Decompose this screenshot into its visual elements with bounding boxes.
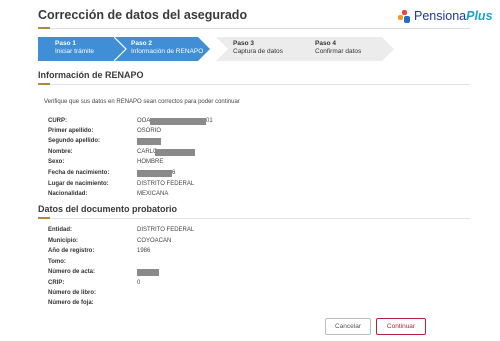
page-header: Corrección de datos del asegurado Pensio… <box>0 0 500 30</box>
field-crip: CRIP: 0 <box>48 279 428 288</box>
field-value: MEXICANA <box>137 191 169 197</box>
renapo-divider <box>38 84 470 85</box>
field-sexo: Sexo: HOMBRE <box>48 158 428 167</box>
field-value: 0 <box>137 280 141 286</box>
field-curp: CURP: OOA 01 <box>48 117 428 126</box>
field-value: 1986 <box>137 248 151 254</box>
redaction-bar <box>150 118 206 125</box>
field-value: COYOACAN <box>137 238 172 244</box>
field-primer-apellido: Primer apellido: OSORIO <box>48 127 428 136</box>
redaction-bar <box>155 149 195 156</box>
field-label: Tomo: <box>48 259 66 265</box>
field-lugar-nacimiento: Lugar de nacimiento: DISTRITO FEDERAL <box>48 180 428 189</box>
field-value-suffix: 01 <box>206 118 213 124</box>
step-4-number: Paso 4 <box>315 40 336 47</box>
field-label: Primer apellido: <box>48 128 94 134</box>
header-accent <box>38 27 50 29</box>
field-tomo: Tomo: <box>48 258 428 267</box>
step-3-number: Paso 3 <box>233 40 254 47</box>
field-value-suffix: 6 <box>172 170 176 176</box>
redaction-bar <box>137 138 161 145</box>
step-4-label: Confirmar datos <box>315 48 362 55</box>
field-value: OSORIO <box>137 128 162 134</box>
field-label: Año de registro: <box>48 248 95 254</box>
field-numero-foja: Número de foja: <box>48 299 428 308</box>
step-3-label: Captura de datos <box>233 48 283 55</box>
progress-stepper: Paso 1 Iniciar trámite Paso 2 Informació… <box>38 37 394 61</box>
logo-text: PensionaPlus <box>414 9 493 23</box>
continue-button[interactable]: Continuar <box>376 318 426 335</box>
field-value: OOA <box>137 118 151 124</box>
field-label: CURP: <box>48 118 67 124</box>
redaction-bar <box>137 170 172 177</box>
logo-mark-icon <box>398 9 411 23</box>
field-entidad: Entidad: DISTRITO FEDERAL <box>48 226 428 235</box>
field-numero-libro: Número de libro: <box>48 289 428 298</box>
step-1-number: Paso 1 <box>55 40 76 47</box>
field-value: DISTRITO FEDERAL <box>137 181 195 187</box>
field-fecha-nacimiento: Fecha de nacimiento: 6 <box>48 169 428 178</box>
header-divider <box>38 28 470 29</box>
field-value: DISTRITO FEDERAL <box>137 227 195 233</box>
step-2: Paso 2 Información de RENAPO <box>114 37 210 61</box>
field-label: Nombre: <box>48 149 73 155</box>
page-title: Corrección de datos del asegurado <box>38 8 248 22</box>
field-value: HOMBRE <box>137 159 164 165</box>
field-nacionalidad: Nacionalidad: MEXICANA <box>48 190 428 199</box>
field-label: CRIP: <box>48 280 65 286</box>
field-anio-registro: Año de registro: 1986 <box>48 247 428 256</box>
field-label: Sexo: <box>48 159 65 165</box>
renapo-section-title: Información de RENAPO <box>38 70 144 80</box>
field-municipio: Municipio: COYOACAN <box>48 237 428 246</box>
documento-accent <box>38 217 50 219</box>
step-2-label: Información de RENAPO <box>131 48 204 55</box>
cancel-button[interactable]: Cancelar <box>325 318 371 335</box>
field-label: Municipio: <box>48 238 78 244</box>
documento-section-title: Datos del documento probatorio <box>38 204 178 214</box>
field-numero-acta: Número de acta: <box>48 268 428 277</box>
pensiona-plus-logo: PensionaPlus <box>398 8 493 24</box>
field-label: Fecha de nacimiento: <box>48 170 110 176</box>
documento-divider <box>38 218 470 219</box>
field-label: Entidad: <box>48 227 72 233</box>
renapo-intro-text: Verifique que sus datos en RENAPO sean c… <box>44 99 240 105</box>
field-label: Nacionalidad: <box>48 191 88 197</box>
redaction-bar <box>137 269 159 276</box>
step-4: Paso 4 Confirmar datos <box>298 37 394 61</box>
step-1-label: Iniciar trámite <box>55 48 95 55</box>
field-segundo-apellido: Segundo apellido: <box>48 137 428 146</box>
step-2-number: Paso 2 <box>131 40 152 47</box>
field-label: Número de acta: <box>48 269 96 275</box>
field-label: Número de foja: <box>48 300 94 306</box>
field-label: Número de libro: <box>48 290 97 296</box>
field-nombre: Nombre: CARLO <box>48 148 428 157</box>
field-label: Lugar de nacimiento: <box>48 181 109 187</box>
field-label: Segundo apellido: <box>48 138 100 144</box>
renapo-accent <box>38 83 50 85</box>
